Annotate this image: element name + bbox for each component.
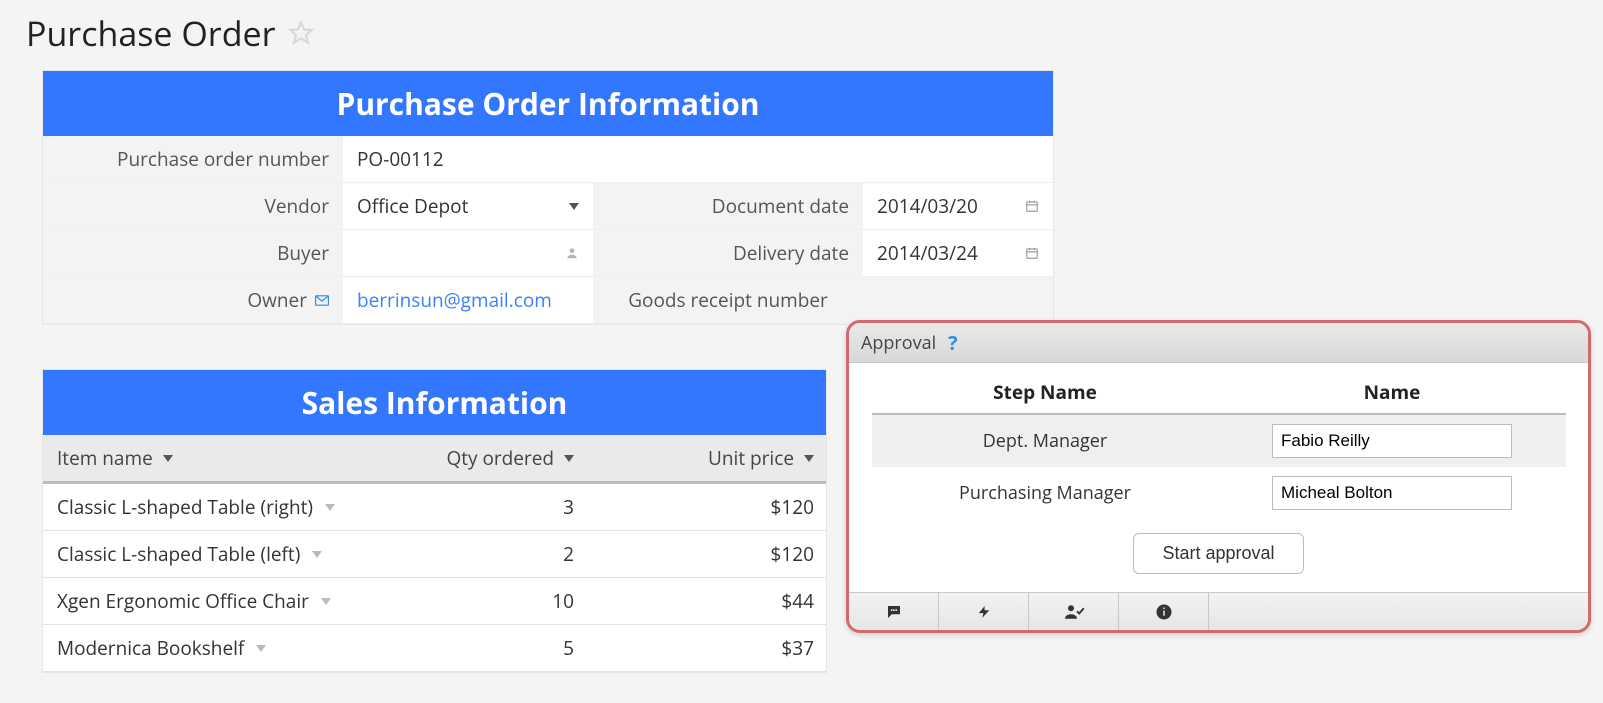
approval-toolbar: [849, 592, 1588, 630]
start-approval-button[interactable]: Start approval: [1133, 533, 1303, 574]
price-cell[interactable]: $120: [588, 484, 828, 530]
calendar-icon[interactable]: [1025, 246, 1039, 260]
approval-table: Step Name Name Dept. Manager Purchasing …: [872, 371, 1566, 519]
vendor-label: Vendor: [43, 183, 343, 230]
help-icon[interactable]: ?: [948, 329, 958, 356]
delivery-date-field[interactable]: 2014/03/24: [863, 230, 1053, 277]
item-name-cell[interactable]: Classic L-shaped Table (right): [43, 484, 353, 530]
chevron-down-icon: [565, 197, 579, 216]
approval-step-label: Purchasing Manager: [872, 481, 1219, 505]
price-cell[interactable]: $120: [588, 531, 828, 577]
qty-cell[interactable]: 10: [353, 578, 588, 624]
item-name-cell[interactable]: Modernica Bookshelf: [43, 625, 353, 671]
qty-cell[interactable]: 2: [353, 531, 588, 577]
po-info-block: Purchase Order Information Purchase orde…: [42, 70, 1054, 325]
chevron-down-icon: [308, 545, 322, 564]
chevron-down-icon: [317, 592, 331, 611]
sort-icon: [564, 455, 574, 462]
price-cell[interactable]: $37: [588, 625, 828, 671]
col-step-name: Step Name: [872, 371, 1219, 413]
envelope-icon[interactable]: [315, 295, 329, 306]
sales-header-row: Item name Qty ordered Unit price: [43, 435, 826, 484]
delivery-date-value: 2014/03/24: [877, 240, 978, 266]
buyer-label: Buyer: [43, 230, 343, 277]
approver-name-input[interactable]: [1272, 476, 1512, 510]
delivery-date-label: Delivery date: [593, 230, 863, 277]
qty-cell[interactable]: 3: [353, 484, 588, 530]
toolbar-spacer: [1209, 593, 1588, 630]
goods-receipt-field[interactable]: [863, 277, 1053, 324]
favorite-star-icon[interactable]: [288, 20, 314, 46]
item-name-cell[interactable]: Classic L-shaped Table (left): [43, 531, 353, 577]
page-title-row: Purchase Order: [20, 10, 1583, 56]
price-cell[interactable]: $44: [588, 578, 828, 624]
po-number-label: Purchase order number: [43, 136, 343, 183]
vendor-select[interactable]: Office Depot: [343, 183, 593, 230]
doc-date-field[interactable]: 2014/03/20: [863, 183, 1053, 230]
table-row: Classic L-shaped Table (left) 2 $120: [43, 531, 826, 578]
info-icon[interactable]: [1119, 593, 1209, 630]
approval-step-label: Dept. Manager: [872, 429, 1219, 453]
goods-receipt-label: Goods receipt number: [593, 277, 863, 324]
table-row: Modernica Bookshelf 5 $37: [43, 625, 826, 672]
table-row: Xgen Ergonomic Office Chair 10 $44: [43, 578, 826, 625]
approval-row: Dept. Manager: [872, 415, 1566, 467]
vendor-value: Office Depot: [357, 193, 468, 219]
person-icon[interactable]: [565, 246, 579, 260]
chevron-down-icon: [252, 639, 266, 658]
po-info-header: Purchase Order Information: [43, 71, 1053, 136]
approval-title-bar: Approval ?: [849, 323, 1588, 363]
sales-info-header: Sales Information: [43, 370, 826, 435]
owner-label: Owner: [43, 277, 343, 324]
approval-title: Approval: [861, 331, 936, 355]
owner-email-link[interactable]: berrinsun@gmail.com: [343, 277, 593, 324]
approval-row: Purchasing Manager: [872, 467, 1566, 519]
col-qty-ordered[interactable]: Qty ordered: [353, 435, 588, 481]
qty-cell[interactable]: 5: [353, 625, 588, 671]
user-check-icon[interactable]: [1029, 593, 1119, 630]
comments-icon[interactable]: [849, 593, 939, 630]
approval-header-row: Step Name Name: [872, 371, 1566, 415]
sales-info-block: Sales Information Item name Qty ordered …: [42, 369, 827, 673]
page-title: Purchase Order: [26, 10, 276, 56]
doc-date-value: 2014/03/20: [877, 193, 978, 219]
owner-email-text: berrinsun@gmail.com: [357, 287, 552, 313]
calendar-icon[interactable]: [1025, 199, 1039, 213]
buyer-field[interactable]: [343, 230, 593, 277]
bolt-icon[interactable]: [939, 593, 1029, 630]
item-name-cell[interactable]: Xgen Ergonomic Office Chair: [43, 578, 353, 624]
doc-date-label: Document date: [593, 183, 863, 230]
col-unit-price[interactable]: Unit price: [588, 435, 828, 481]
po-number-text: PO-00112: [357, 146, 444, 172]
approval-name-cell: [1219, 476, 1566, 510]
table-row: Classic L-shaped Table (right) 3 $120: [43, 484, 826, 531]
owner-label-text: Owner: [247, 287, 307, 313]
sort-icon: [163, 455, 173, 462]
po-number-value: PO-00112: [343, 136, 1053, 183]
sort-icon: [804, 455, 814, 462]
approval-name-cell: [1219, 424, 1566, 458]
approver-name-input[interactable]: [1272, 424, 1512, 458]
approval-panel: Approval ? Step Name Name Dept. Manager …: [846, 320, 1591, 633]
col-item-name[interactable]: Item name: [43, 435, 353, 481]
col-name: Name: [1219, 371, 1566, 413]
chevron-down-icon: [321, 498, 335, 517]
